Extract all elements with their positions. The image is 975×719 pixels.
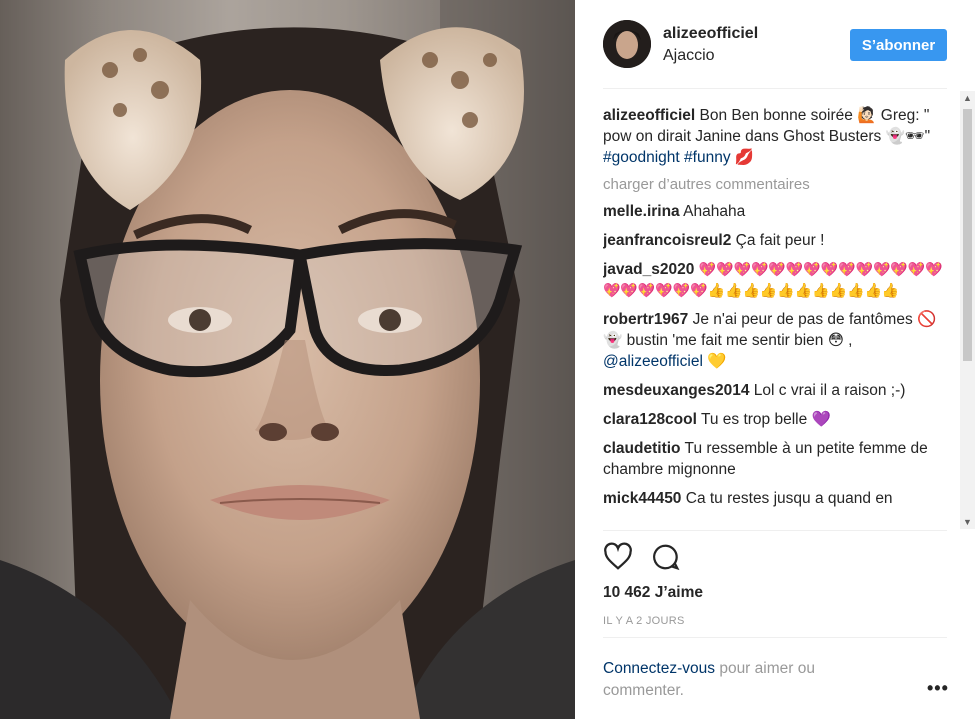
follow-button[interactable]: S’abonner xyxy=(850,29,947,61)
comment-text: Ahahaha xyxy=(683,203,746,220)
comment-mention[interactable]: @alizeeofficiel xyxy=(603,353,703,370)
comment-item: jeanfrancoisreul2 Ça fait peur ! xyxy=(603,230,948,251)
caption: alizeeofficiel Bon Ben bonne soirée 🙋🏻 G… xyxy=(603,105,948,168)
hashtag-goodnight[interactable]: #goodnight xyxy=(603,149,680,166)
comment-item: claudetitio Tu ressemble à un petite fem… xyxy=(603,438,948,480)
comment-icon xyxy=(653,544,680,571)
post-side-panel: alizeeofficiel Ajaccio S’abonner alizeeo… xyxy=(575,0,975,719)
load-more-comments-link[interactable]: charger d’autres commentaires xyxy=(603,176,948,193)
login-prompt: Connectez-vous pour aimer ou commenter. xyxy=(603,658,883,702)
like-button[interactable] xyxy=(603,542,633,572)
more-options-icon[interactable]: ••• xyxy=(927,678,949,699)
comment-text: Ca tu restes jusqu a quand en xyxy=(685,490,893,507)
divider xyxy=(603,637,947,638)
scroll-up-arrow-icon[interactable]: ▲ xyxy=(960,91,975,105)
username[interactable]: alizeeofficiel xyxy=(663,25,758,43)
login-link[interactable]: Connectez-vous xyxy=(603,660,715,677)
comment-username[interactable]: melle.irina xyxy=(603,203,680,220)
comment-text: Lol c vrai il a raison ;-) xyxy=(753,382,906,399)
divider xyxy=(603,88,947,89)
location[interactable]: Ajaccio xyxy=(663,47,715,65)
avatar-image xyxy=(603,20,651,68)
comments-list[interactable]: alizeeofficiel Bon Ben bonne soirée 🙋🏻 G… xyxy=(603,105,948,530)
comment-text-after: 💛 xyxy=(702,353,727,370)
comment-item: mesdeuxanges2014 Lol c vrai il a raison … xyxy=(603,380,948,401)
comment-item: robertr1967 Je n'ai peur de pas de fantô… xyxy=(603,309,948,372)
avatar[interactable] xyxy=(603,20,651,68)
scroll-down-arrow-icon[interactable]: ▼ xyxy=(960,515,975,529)
divider xyxy=(603,530,947,531)
comment-item: javad_s2020 💖💖💖💖💖💖💖💖💖💖💖💖💖💖💖💖💖💖💖💖👍👍👍👍👍👍👍👍… xyxy=(603,259,948,301)
post-photo[interactable] xyxy=(0,0,575,719)
comment-item: melle.irina Ahahaha xyxy=(603,201,948,222)
comment-username[interactable]: jeanfrancoisreul2 xyxy=(603,232,731,249)
post-photo-drawing xyxy=(0,0,575,719)
comment-username[interactable]: mesdeuxanges2014 xyxy=(603,382,749,399)
comments-scrollbar[interactable]: ▲ ▼ xyxy=(960,91,975,529)
comment-item: clara128cool Tu es trop belle 💜 xyxy=(603,409,948,430)
caption-trail: 💋 xyxy=(734,149,755,166)
comment-username[interactable]: claudetitio xyxy=(603,440,681,457)
heart-icon xyxy=(604,542,632,570)
comment-item: mick44450 Ca tu restes jusqu a quand en xyxy=(603,488,948,509)
comment-text: Tu es trop belle 💜 xyxy=(700,411,831,428)
comment-username[interactable]: mick44450 xyxy=(603,490,681,507)
comment-text: Ça fait peur ! xyxy=(735,232,825,249)
post-header: alizeeofficiel Ajaccio S’abonner xyxy=(575,0,975,84)
likes-count[interactable]: 10 462 J’aime xyxy=(603,584,703,602)
scrollbar-thumb[interactable] xyxy=(963,109,972,361)
comment-username[interactable]: javad_s2020 xyxy=(603,261,694,278)
comment-username[interactable]: robertr1967 xyxy=(603,311,688,328)
post-timestamp: IL Y A 2 JOURS xyxy=(603,615,685,627)
comment-username[interactable]: clara128cool xyxy=(603,411,697,428)
comment-button[interactable] xyxy=(651,542,681,572)
caption-username[interactable]: alizeeofficiel xyxy=(603,107,695,124)
hashtag-funny[interactable]: #funny xyxy=(684,149,731,166)
